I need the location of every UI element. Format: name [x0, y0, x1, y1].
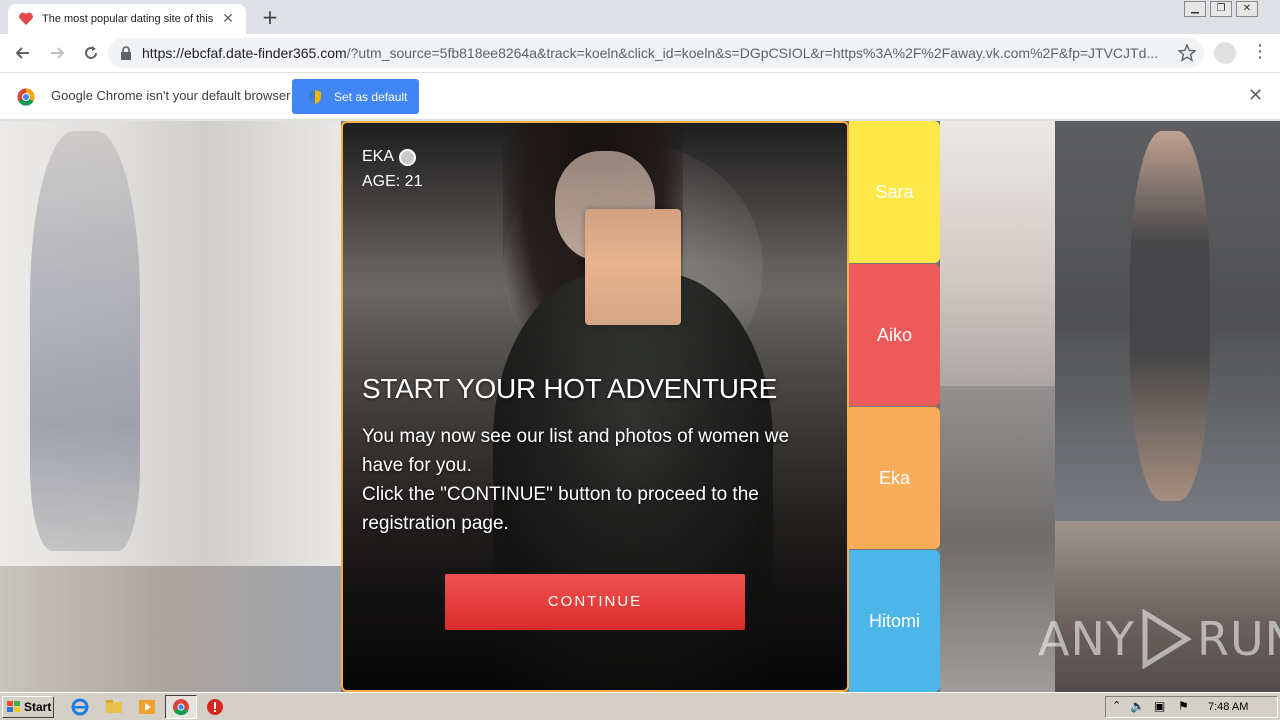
- card-description: You may now see our list and photos of w…: [362, 422, 832, 538]
- start-label: Start: [24, 700, 52, 714]
- profile-avatar-icon[interactable]: [1214, 42, 1236, 64]
- system-tray: ⌃ 🔈 ▣ ⚑: [1105, 696, 1278, 718]
- tab-strip: The most popular dating site of this m ✕…: [0, 0, 1280, 34]
- sidebar-item-label: Aiko: [876, 324, 912, 345]
- tray-expand-icon[interactable]: ⌃: [1112, 699, 1121, 712]
- sidebar-item-label: Hitomi: [868, 610, 920, 631]
- profile-name: EKA: [362, 148, 417, 166]
- back-arrow-icon: [15, 47, 29, 59]
- stop-sign-icon[interactable]: [205, 697, 225, 717]
- forward-arrow-icon: [51, 47, 65, 59]
- start-button[interactable]: Start: [2, 696, 54, 718]
- watermark-right: RUN: [1196, 612, 1280, 666]
- anyrun-watermark: ANY RUN: [1038, 609, 1280, 669]
- address-bar[interactable]: https://ebcfaf.date-finder365.com/?utm_s…: [108, 38, 1204, 68]
- url-path: /?utm_source=5fb818ee8264a&track=koeln&c…: [346, 45, 1159, 61]
- close-window-button[interactable]: ✕: [1236, 1, 1258, 17]
- shield-icon: [309, 89, 321, 104]
- back-button[interactable]: [8, 38, 38, 68]
- sidebar-item-aiko[interactable]: Aiko: [849, 264, 940, 406]
- default-browser-infobar: Google Chrome isn't your default browser…: [0, 72, 1280, 120]
- play-logo-icon: [1142, 609, 1192, 669]
- browser-toolbar: https://ebcfaf.date-finder365.com/?utm_s…: [0, 34, 1280, 72]
- sidebar-item-hitomi[interactable]: Hitomi: [849, 550, 940, 692]
- set-as-default-label: Set as default: [334, 89, 408, 104]
- profile-age: AGE: 21: [362, 173, 423, 190]
- sidebar-item-label: Sara: [875, 181, 914, 202]
- sidebar-item-eka[interactable]: Eka: [849, 407, 940, 549]
- tab-title: The most popular dating site of this m: [42, 13, 214, 25]
- internet-explorer-icon[interactable]: [70, 697, 90, 717]
- web-page: EKA AGE: 21 START YOUR HOT ADVENTURE You…: [0, 121, 1280, 692]
- windows-flag-icon: [7, 701, 20, 712]
- continue-button[interactable]: CONTINUE: [445, 574, 745, 630]
- browser-tab[interactable]: The most popular dating site of this m ✕: [8, 4, 246, 34]
- url-text: https://ebcfaf.date-finder365.com/?utm_s…: [142, 45, 1172, 61]
- folder-icon[interactable]: [104, 697, 124, 717]
- profile-card: EKA AGE: 21 START YOUR HOT ADVENTURE You…: [341, 121, 849, 692]
- set-as-default-button[interactable]: Set as default: [292, 79, 419, 114]
- chrome-logo-icon: [17, 88, 35, 106]
- infobar-message: Google Chrome isn't your default browser: [51, 88, 291, 103]
- chrome-logo-icon: [173, 699, 189, 716]
- reload-icon: [85, 46, 97, 59]
- favicon-heart-icon: [19, 12, 33, 25]
- window-controls: ▁ ❐ ✕: [1180, 0, 1258, 20]
- online-status-icon: [399, 148, 417, 166]
- tab-close-icon[interactable]: ✕: [220, 11, 236, 27]
- sidebar-item-sara[interactable]: Sara: [849, 121, 940, 263]
- card-heading: START YOUR HOT ADVENTURE: [362, 373, 777, 404]
- infobar-close-icon[interactable]: ✕: [1248, 85, 1263, 106]
- taskbar-clock: 7:48 AM: [1208, 701, 1249, 713]
- new-tab-button[interactable]: +: [258, 6, 282, 30]
- watermark-left: ANY: [1038, 612, 1135, 666]
- action-center-flag-icon[interactable]: ⚑: [1178, 699, 1189, 713]
- description-line-2: Click the "CONTINUE" button to proceed t…: [362, 484, 759, 534]
- chrome-taskbar-button[interactable]: [165, 695, 197, 719]
- lock-icon: [121, 46, 131, 60]
- minimize-button[interactable]: ▁: [1184, 1, 1206, 17]
- restore-button[interactable]: ❐: [1210, 1, 1232, 17]
- media-player-icon[interactable]: [137, 697, 157, 717]
- volume-icon[interactable]: 🔈: [1130, 699, 1145, 713]
- chrome-menu-icon[interactable]: ⋮: [1250, 40, 1270, 66]
- description-line-1: You may now see our list and photos of w…: [362, 426, 790, 476]
- url-host: https://ebcfaf.date-finder365.com: [142, 45, 347, 61]
- reload-button[interactable]: [76, 38, 106, 68]
- bookmark-star-icon[interactable]: [1178, 44, 1196, 62]
- sidebar-item-label: Eka: [878, 467, 911, 488]
- profile-name-text: EKA: [362, 148, 395, 165]
- forward-button[interactable]: [42, 38, 72, 68]
- windows-taskbar: Start ⌃ 🔈 ▣ ⚑ 7:48 AM: [0, 692, 1280, 720]
- network-icon[interactable]: ▣: [1154, 699, 1165, 713]
